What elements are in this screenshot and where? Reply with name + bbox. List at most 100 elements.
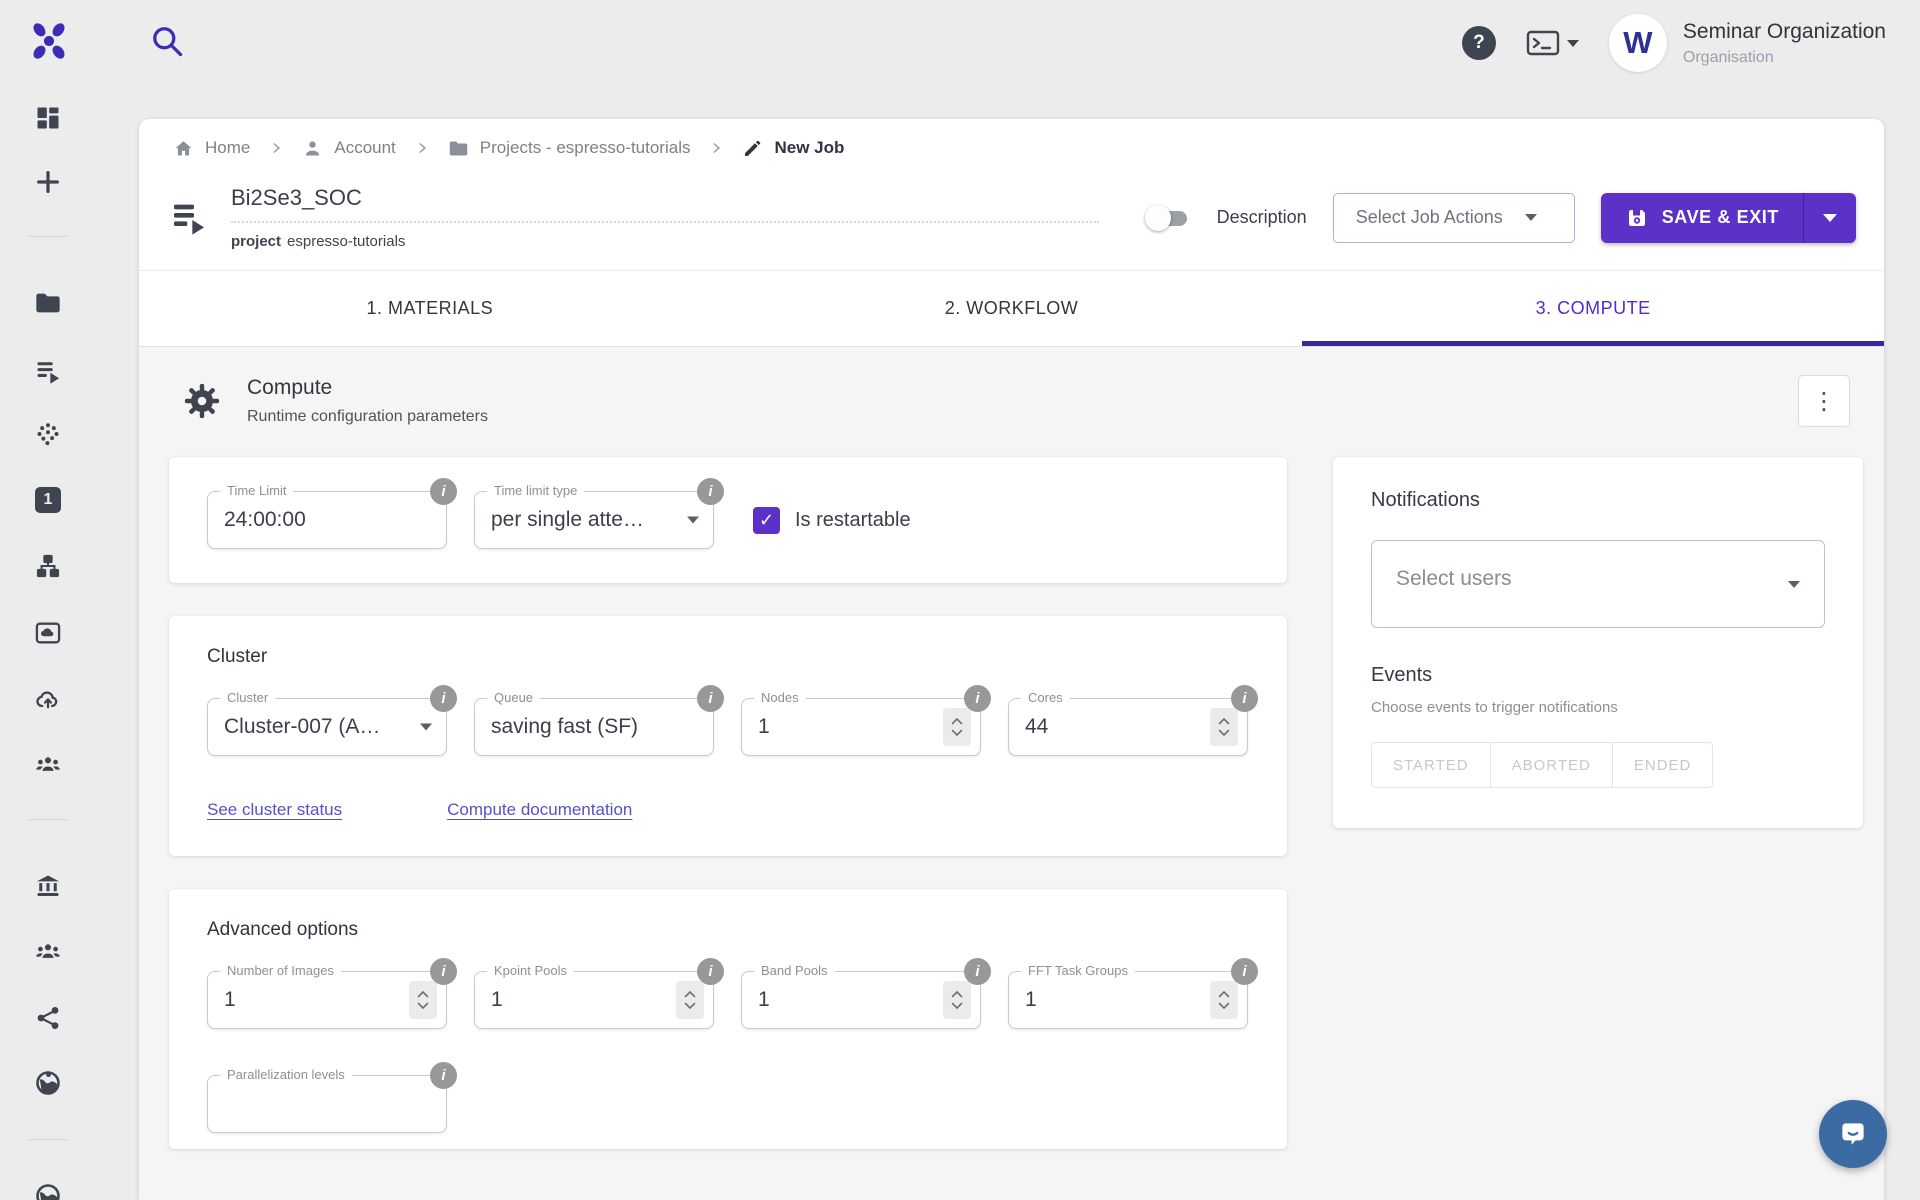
notifications-card: Notifications Select users Events Choose…	[1333, 457, 1863, 828]
checkbox-label: Is restartable	[795, 509, 911, 532]
home-icon	[173, 138, 194, 159]
save-exit-button[interactable]: SAVE & EXIT	[1601, 193, 1856, 243]
number-of-images-stepper[interactable]: Number of Images 1 i	[207, 971, 447, 1029]
field-value: 1	[224, 988, 236, 1012]
stepper-arrows[interactable]	[409, 981, 437, 1019]
info-icon[interactable]: i	[697, 685, 724, 712]
job-actions-select[interactable]: Select Job Actions	[1333, 193, 1575, 243]
console-selector[interactable]	[1526, 29, 1579, 57]
app-logo-icon[interactable]	[26, 18, 72, 64]
time-limit-field[interactable]: Time Limit 24:00:00 i	[207, 491, 447, 549]
chevron-down-icon	[1567, 40, 1579, 47]
breadcrumb-home[interactable]: Home	[173, 138, 250, 159]
cluster-select[interactable]: Cluster Cluster-007 (A… i	[207, 698, 447, 756]
field-value: 1	[758, 988, 770, 1012]
event-aborted-button[interactable]: ABORTED	[1490, 742, 1613, 788]
time-limit-card: Time Limit 24:00:00 i Time limit type pe…	[169, 457, 1287, 583]
sidebar-item-cloud-upload[interactable]	[34, 685, 62, 713]
sidebar-item-public[interactable]	[34, 1069, 62, 1097]
info-icon[interactable]: i	[697, 958, 724, 985]
kpoint-pools-stepper[interactable]: Kpoint Pools 1 i	[474, 971, 714, 1029]
sidebar-item-images[interactable]	[34, 619, 62, 647]
sidebar-item-web[interactable]	[34, 1182, 62, 1200]
breadcrumb-account[interactable]: Account	[302, 138, 395, 159]
tab-workflow[interactable]: 2. WORKFLOW	[721, 271, 1303, 346]
info-icon[interactable]: i	[1231, 685, 1258, 712]
chevron-down-icon	[420, 724, 432, 731]
cluster-status-link[interactable]: See cluster status	[207, 800, 342, 820]
sidebar-item-users[interactable]	[34, 938, 62, 966]
tab-compute[interactable]: 3. COMPUTE	[1302, 271, 1884, 346]
chevron-down-icon	[1788, 581, 1800, 588]
info-icon[interactable]: i	[430, 958, 457, 985]
chevron-right-icon	[415, 141, 429, 155]
stepper-arrows[interactable]	[1210, 981, 1238, 1019]
stepper-arrows[interactable]	[943, 708, 971, 746]
stepper-arrows[interactable]	[1210, 708, 1238, 746]
info-icon[interactable]: i	[697, 478, 724, 505]
is-restartable-checkbox[interactable]: ✓ Is restartable	[753, 507, 911, 534]
terminal-icon	[1526, 29, 1560, 57]
fft-task-groups-stepper[interactable]: FFT Task Groups 1 i	[1008, 971, 1248, 1029]
sidebar-item-jobs[interactable]	[34, 357, 62, 385]
top-bar: ? W Seminar Organization Organisation	[0, 0, 1920, 96]
queue-select[interactable]: Queue saving fast (SF) i	[474, 698, 714, 756]
time-limit-type-select[interactable]: Time limit type per single atte… i	[474, 491, 714, 549]
field-label: Kpoint Pools	[487, 963, 574, 978]
sidebar-item-team[interactable]	[34, 751, 62, 779]
sidebar-item-jobs-badge[interactable]: 1	[34, 486, 62, 514]
section-menu-button[interactable]: ⋮	[1798, 375, 1850, 427]
section-subtitle: Runtime configuration parameters	[247, 408, 1798, 426]
stepper-arrows[interactable]	[676, 981, 704, 1019]
sidebar-item-dashboard[interactable]	[34, 104, 62, 132]
help-icon[interactable]: ?	[1462, 26, 1496, 60]
chat-launcher-button[interactable]	[1819, 1100, 1887, 1168]
nodes-stepper[interactable]: Nodes 1 i	[741, 698, 981, 756]
job-header: Bi2Se3_SOC projectespresso-tutorials Des…	[139, 177, 1884, 271]
field-label: Number of Images	[220, 963, 341, 978]
field-value: 1	[1025, 988, 1037, 1012]
event-ended-button[interactable]: ENDED	[1612, 742, 1714, 788]
breadcrumb-label: Projects - espresso-tutorials	[480, 138, 691, 158]
sidebar-item-share[interactable]	[34, 1004, 62, 1032]
info-icon[interactable]: i	[964, 958, 991, 985]
info-icon[interactable]: i	[430, 1062, 457, 1089]
band-pools-stepper[interactable]: Band Pools 1 i	[741, 971, 981, 1029]
tab-materials[interactable]: 1. MATERIALS	[139, 271, 721, 346]
breadcrumb-projects[interactable]: Projects - espresso-tutorials	[448, 138, 691, 159]
sidebar-divider	[28, 819, 68, 820]
chevron-right-icon	[269, 141, 283, 155]
search-icon[interactable]	[148, 22, 186, 60]
info-icon[interactable]: i	[1231, 958, 1258, 985]
section-title: Compute	[247, 376, 1798, 400]
save-icon	[1625, 206, 1649, 230]
job-project-line: projectespresso-tutorials	[231, 233, 1099, 250]
breadcrumb-current: New Job	[742, 138, 844, 159]
description-toggle[interactable]	[1145, 205, 1191, 231]
cores-stepper[interactable]: Cores 44 i	[1008, 698, 1248, 756]
stepper-arrows[interactable]	[943, 981, 971, 1019]
account-menu[interactable]: W Seminar Organization Organisation	[1609, 14, 1886, 72]
event-button-group: STARTED ABORTED ENDED	[1371, 742, 1825, 788]
sidebar-item-organization[interactable]	[34, 872, 62, 900]
event-started-button[interactable]: STARTED	[1371, 742, 1491, 788]
info-icon[interactable]: i	[430, 685, 457, 712]
sidebar-item-projects[interactable]	[34, 289, 62, 317]
info-icon[interactable]: i	[964, 685, 991, 712]
field-value: per single atte…	[491, 508, 644, 532]
sidebar-item-workflows[interactable]	[34, 552, 62, 580]
select-users-dropdown[interactable]: Select users	[1371, 540, 1825, 628]
parallelization-levels-field[interactable]: Parallelization levels i	[207, 1075, 447, 1133]
breadcrumb-label: New Job	[774, 138, 844, 158]
job-menu-icon[interactable]	[169, 198, 209, 238]
field-label: Cluster	[220, 690, 275, 705]
advanced-card-title: Advanced options	[207, 919, 1249, 941]
job-title[interactable]: Bi2Se3_SOC	[231, 185, 1099, 223]
field-label: Parallelization levels	[220, 1067, 352, 1082]
compute-docs-link[interactable]: Compute documentation	[447, 800, 632, 820]
save-options-caret[interactable]	[1804, 193, 1856, 243]
info-icon[interactable]: i	[430, 478, 457, 505]
sidebar-item-create[interactable]	[34, 168, 62, 196]
gear-icon	[183, 382, 221, 420]
sidebar-item-materials[interactable]	[34, 420, 62, 448]
